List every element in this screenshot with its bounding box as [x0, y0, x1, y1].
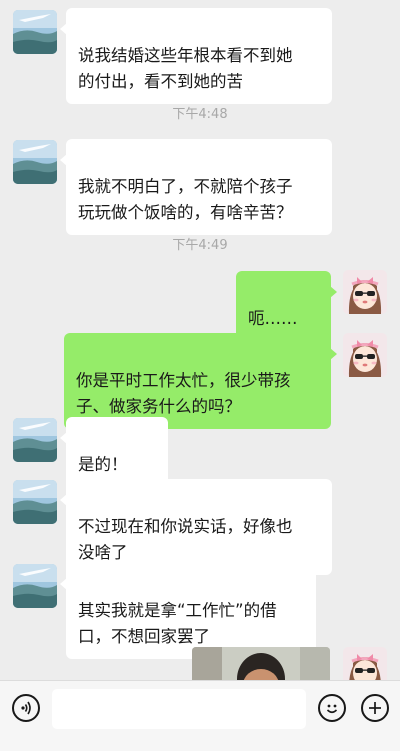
contact-avatar[interactable] [13, 140, 57, 184]
message-bubble-received[interactable]: 说我结婚这些年根本看不到她 的付出，看不到她的苦 [60, 8, 332, 104]
message-text: 我就不明白了，不就陪个孩子 玩玩做个饭啥的，有啥辛苦？ [78, 177, 293, 222]
contact-avatar[interactable] [13, 564, 57, 608]
landscape-avatar-image [13, 418, 57, 462]
smile-icon [326, 704, 338, 714]
chat-input-bar [0, 680, 400, 751]
message-bubble-received[interactable]: 我就不明白了，不就陪个孩子 玩玩做个饭啥的，有啥辛苦？ [60, 139, 332, 235]
my-avatar[interactable] [343, 270, 387, 314]
contact-avatar[interactable] [13, 10, 57, 54]
photo-thumbnail-image [192, 647, 330, 680]
message-input[interactable] [52, 689, 306, 729]
message-text: 不过现在和你说实话，好像也 没啥了 [78, 517, 293, 562]
cartoon-girl-avatar-image [343, 270, 387, 314]
sound-wave-icon [21, 701, 31, 715]
message-bubble-received[interactable]: 不过现在和你说实话，好像也 没啥了 [60, 479, 332, 575]
landscape-avatar-image [13, 564, 57, 608]
message-bubble-sent[interactable]: 你是平时工作太忙，很少带孩 子、做家务什么的吗？ [64, 333, 337, 429]
image-message[interactable] [192, 647, 330, 680]
plus-icon[interactable] [361, 694, 389, 722]
my-avatar[interactable] [343, 333, 387, 377]
message-bubble-received[interactable]: 其实我就是拿“工作忙”的借 口，不想回家罢了 [60, 563, 316, 659]
contact-avatar[interactable] [13, 418, 57, 462]
timestamp: 下午4:49 [172, 238, 228, 253]
contact-avatar[interactable] [13, 480, 57, 524]
emoji-face-icon[interactable] [318, 694, 346, 722]
message-text: 说我结婚这些年根本看不到她 的付出，看不到她的苦 [78, 46, 293, 91]
message-text: 呃…… [248, 309, 298, 328]
message-text: 你是平时工作太忙，很少带孩 子、做家务什么的吗？ [76, 371, 291, 416]
landscape-avatar-image [13, 480, 57, 524]
message-text: 其实我就是拿“工作忙”的借 口，不想回家罢了 [78, 601, 277, 646]
add-icon [369, 702, 381, 714]
cartoon-girl-avatar-image [343, 333, 387, 377]
chat-area[interactable]: 说我结婚这些年根本看不到她 的付出，看不到她的苦 下午4:48 我就不明白了，不… [0, 0, 400, 680]
voice-icon[interactable] [12, 694, 40, 722]
cartoon-girl-avatar-image [343, 647, 387, 680]
timestamp: 下午4:48 [172, 107, 228, 122]
my-avatar[interactable] [343, 647, 387, 680]
message-text: 是的！ [78, 455, 128, 474]
landscape-avatar-image [13, 10, 57, 54]
landscape-avatar-image [13, 140, 57, 184]
